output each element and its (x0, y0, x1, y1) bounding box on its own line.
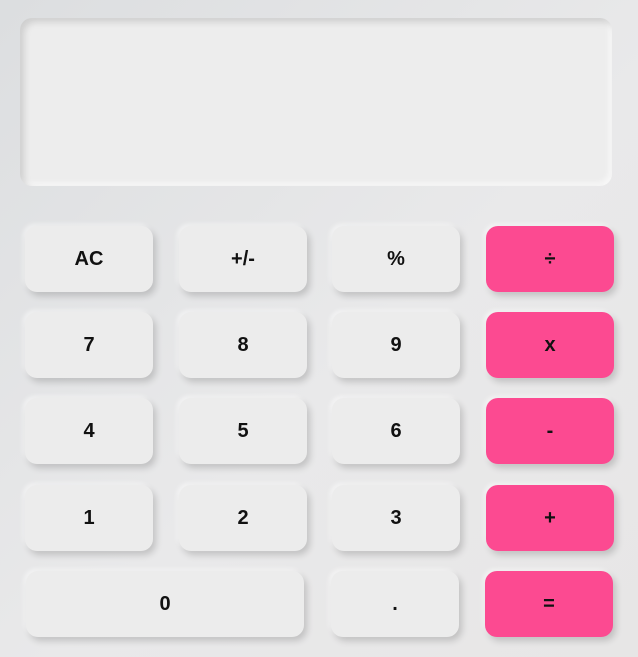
calculator: AC +/- % ÷ 7 8 9 x 4 5 6 - 1 2 3 + 0 . = (0, 0, 638, 657)
digit-9-button[interactable]: 9 (332, 312, 460, 378)
toggle-sign-button[interactable]: +/- (179, 226, 307, 292)
decimal-point-button[interactable]: . (331, 571, 459, 637)
digit-5-button[interactable]: 5 (179, 398, 307, 464)
calculator-display (20, 18, 612, 186)
digit-3-button[interactable]: 3 (332, 485, 460, 551)
percent-button[interactable]: % (332, 226, 460, 292)
digit-0-button[interactable]: 0 (26, 571, 304, 637)
subtract-button[interactable]: - (486, 398, 614, 464)
digit-8-button[interactable]: 8 (179, 312, 307, 378)
divide-button[interactable]: ÷ (486, 226, 614, 292)
add-button[interactable]: + (486, 485, 614, 551)
digit-6-button[interactable]: 6 (332, 398, 460, 464)
digit-7-button[interactable]: 7 (25, 312, 153, 378)
equals-button[interactable]: = (485, 571, 613, 637)
digit-1-button[interactable]: 1 (25, 485, 153, 551)
digit-4-button[interactable]: 4 (25, 398, 153, 464)
multiply-button[interactable]: x (486, 312, 614, 378)
all-clear-button[interactable]: AC (25, 226, 153, 292)
digit-2-button[interactable]: 2 (179, 485, 307, 551)
